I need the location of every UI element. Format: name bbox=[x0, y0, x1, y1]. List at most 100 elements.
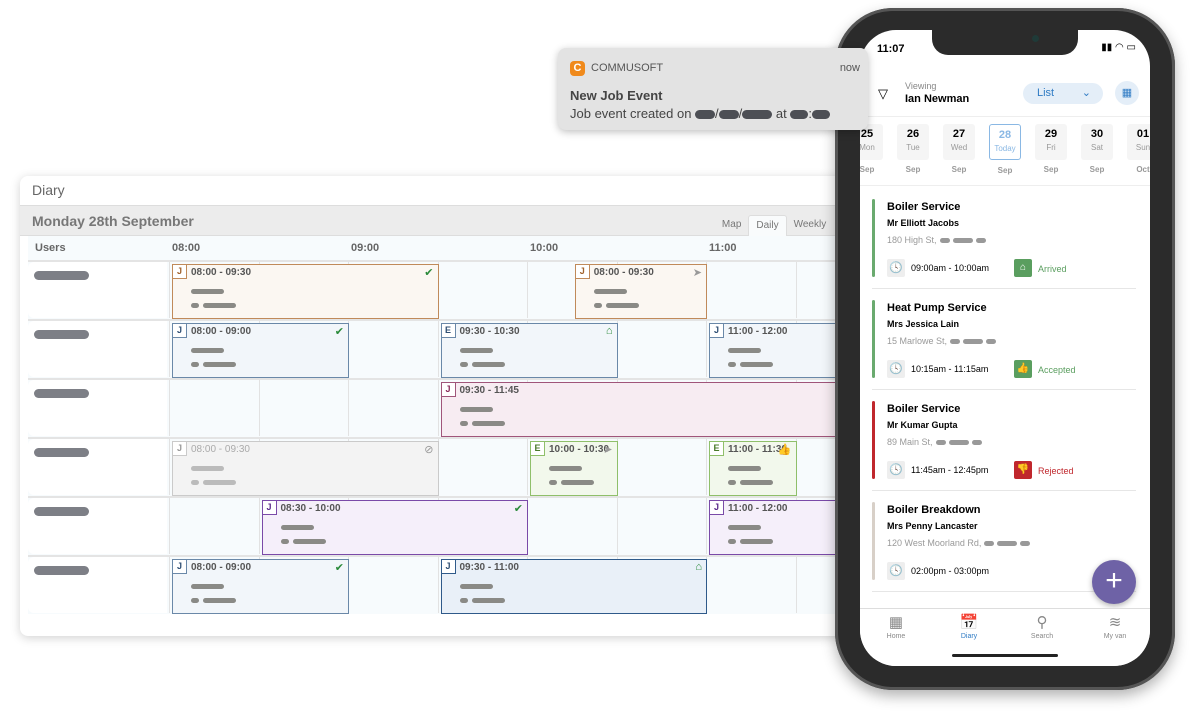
tab-map[interactable]: Map bbox=[715, 215, 748, 236]
day-month: Oct bbox=[1136, 165, 1150, 174]
diary-event[interactable]: J 08:00 - 09:00 ✔ bbox=[172, 559, 349, 614]
day-01[interactable]: 01 Sun Oct bbox=[1127, 124, 1150, 174]
diary-event[interactable]: J 09:30 - 11:00 ⌂ bbox=[440, 559, 707, 614]
job-card[interactable]: Boiler Service Mr Elliott Jacobs 180 Hig… bbox=[872, 197, 1136, 289]
redacted-line bbox=[459, 421, 468, 426]
event-type-badge: J bbox=[710, 501, 724, 515]
job-status: Arrived bbox=[1038, 264, 1067, 274]
diary-event[interactable]: E 09:30 - 10:30 ⌂ bbox=[440, 323, 618, 378]
day-30[interactable]: 30 Sat Sep bbox=[1081, 124, 1113, 174]
user-cell[interactable] bbox=[28, 439, 167, 495]
event-type-badge: E bbox=[710, 442, 724, 456]
redacted-line bbox=[728, 525, 761, 530]
clock-icon: 🕓 bbox=[887, 461, 905, 479]
redacted-line bbox=[459, 362, 468, 367]
nav-my-van[interactable]: ≋ My van bbox=[1085, 613, 1145, 640]
day-27[interactable]: 27 Wed Sep bbox=[943, 124, 975, 174]
grid-line bbox=[616, 498, 618, 554]
redacted bbox=[997, 541, 1018, 547]
diary-event[interactable]: J 08:00 - 09:30 ✔ bbox=[172, 264, 439, 319]
notification-time: now bbox=[839, 62, 860, 74]
job-card[interactable]: Heat Pump Service Mrs Jessica Lain 15 Ma… bbox=[872, 298, 1136, 390]
grid-line bbox=[169, 380, 170, 436]
job-customer: Mrs Penny Lancaster bbox=[887, 521, 978, 531]
event-time: 08:00 - 09:30 bbox=[593, 267, 654, 278]
redacted-line bbox=[459, 407, 493, 412]
redacted-line bbox=[191, 289, 224, 294]
event-time: 09:30 - 11:45 bbox=[459, 385, 520, 396]
day-month: Sep bbox=[1089, 165, 1105, 174]
diary-event[interactable]: J 08:00 - 09:30 ➤ bbox=[574, 264, 707, 319]
job-address: 180 High St, bbox=[887, 235, 986, 245]
user-row: J 08:00 - 09:30 ⊘ E 10:00 - 10:30 ➤ E 11… bbox=[28, 437, 860, 496]
view-select[interactable]: List ⌄ bbox=[1023, 83, 1103, 104]
diary-grid: Users 08:00 09:00 10:00 11:00 J 08:00 - … bbox=[28, 236, 860, 614]
event-time: 11:00 - 12:00 bbox=[728, 503, 788, 514]
day-25[interactable]: 25 Mon Sep bbox=[860, 124, 883, 174]
diary-event[interactable]: J 08:30 - 10:00 ✔ bbox=[261, 500, 528, 555]
hour-label: 08:00 bbox=[172, 242, 201, 254]
grid-line bbox=[437, 380, 439, 436]
nav-label: My van bbox=[1103, 633, 1127, 640]
user-cell[interactable] bbox=[28, 498, 167, 554]
event-type-badge: J bbox=[173, 324, 187, 338]
push-notification[interactable]: C COMMUSOFT now New Job Event Job event … bbox=[558, 48, 868, 130]
thumbs-up-icon: 👍 bbox=[777, 444, 792, 456]
redacted bbox=[948, 440, 969, 446]
grid-line bbox=[437, 557, 439, 613]
redacted-line bbox=[459, 598, 468, 603]
tab-daily[interactable]: Daily bbox=[748, 215, 787, 236]
diary-event[interactable]: E 11:00 - 11:30 👍 bbox=[709, 441, 797, 496]
event-type-badge: J bbox=[710, 324, 724, 338]
add-button[interactable]: + bbox=[1092, 560, 1136, 604]
grid-line bbox=[795, 557, 797, 613]
calendar-button[interactable]: ▦ bbox=[1115, 81, 1139, 105]
user-row: J 09:30 - 11:45 ⌂ bbox=[28, 378, 860, 437]
day-26[interactable]: 26 Tue Sep bbox=[897, 124, 929, 174]
status-bar bbox=[872, 300, 875, 378]
redacted-user-name bbox=[34, 389, 89, 398]
day-weekday: Sat bbox=[1090, 143, 1103, 152]
diary-event[interactable]: J 09:30 - 11:45 ⌂ bbox=[440, 382, 860, 437]
day-number: 30 bbox=[1090, 128, 1104, 140]
day-29[interactable]: 29 Fri Sep bbox=[1035, 124, 1067, 174]
home-indicator bbox=[952, 654, 1058, 657]
notification-body: Job event created on / / at : bbox=[570, 106, 831, 121]
redacted bbox=[986, 339, 997, 345]
nav-diary[interactable]: 📅 Diary bbox=[939, 613, 999, 640]
grid-line bbox=[258, 380, 260, 436]
nav-search[interactable]: ⚲ Search bbox=[1012, 613, 1072, 640]
filter-triangle-icon[interactable]: ▽ bbox=[878, 86, 888, 102]
diary-panel: Diary Monday 28th September Map Daily We… bbox=[20, 176, 860, 636]
search-icon: ⚲ bbox=[1036, 614, 1048, 631]
user-cell[interactable] bbox=[28, 321, 167, 377]
bottom-nav: ▦ Home 📅 Diary ⚲ Search ≋ My van bbox=[860, 608, 1150, 666]
camera bbox=[1032, 35, 1039, 42]
status-clock: 11:07 bbox=[877, 43, 905, 55]
redacted-line bbox=[203, 598, 236, 603]
status-bar bbox=[872, 502, 875, 580]
job-card[interactable]: Boiler Service Mr Kumar Gupta 89 Main St… bbox=[872, 399, 1136, 491]
diary-event[interactable]: E 10:00 - 10:30 ➤ bbox=[530, 441, 618, 496]
viewing-label: Viewing bbox=[905, 81, 937, 91]
redacted-line bbox=[459, 348, 493, 353]
tab-weekly[interactable]: Weekly bbox=[787, 215, 834, 236]
redacted bbox=[971, 440, 982, 446]
nav-home[interactable]: ▦ Home bbox=[866, 613, 926, 640]
diary-event[interactable]: J 08:00 - 09:00 ✔ bbox=[172, 323, 349, 378]
check-icon: ✔ bbox=[334, 562, 344, 574]
status-bar bbox=[872, 401, 875, 479]
day-28[interactable]: 28 Today Sep bbox=[989, 124, 1021, 175]
clock-icon: 🕓 bbox=[887, 360, 905, 378]
user-cell[interactable] bbox=[28, 557, 167, 613]
user-cell[interactable] bbox=[28, 380, 167, 436]
diary-event[interactable]: J 08:00 - 09:30 ⊘ bbox=[172, 441, 439, 496]
check-icon: ✔ bbox=[334, 326, 344, 338]
event-type-badge: J bbox=[173, 560, 187, 574]
clock-icon: 🕓 bbox=[887, 259, 905, 277]
user-cell[interactable] bbox=[28, 262, 167, 318]
redacted bbox=[935, 440, 946, 446]
cancelled-icon: ⊘ bbox=[424, 444, 434, 456]
day-weekday: Mon bbox=[860, 143, 875, 152]
nav-label: Search bbox=[1030, 633, 1054, 640]
